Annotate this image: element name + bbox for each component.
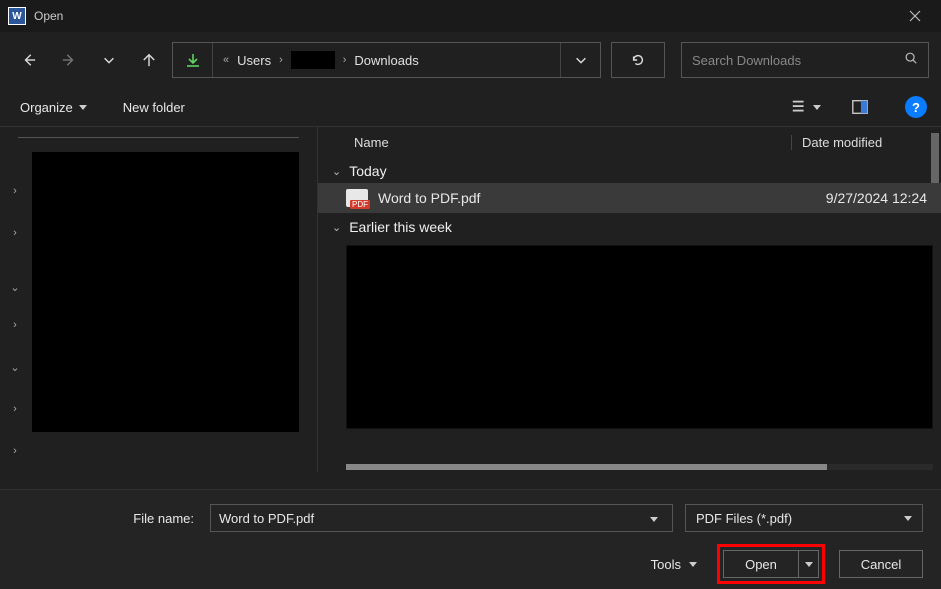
pdf-file-icon: PDF xyxy=(346,189,368,207)
organize-button[interactable]: Organize xyxy=(14,96,93,119)
scrollbar-thumb[interactable] xyxy=(346,464,827,470)
chevron-down-icon xyxy=(102,53,116,67)
filename-input[interactable] xyxy=(219,511,650,526)
chevron-down-icon: ⌄ xyxy=(332,221,341,234)
file-list[interactable]: ⌄ Today PDF Word to PDF.pdf 9/27/2024 12… xyxy=(318,157,941,472)
preview-pane-icon xyxy=(851,98,869,116)
tree-expanders: › › ⌄ › ⌄ › › xyxy=(8,184,34,458)
view-options-button[interactable] xyxy=(791,93,821,121)
expand-icon[interactable]: › xyxy=(8,184,22,198)
file-list-pane: Name Date modified ⌄ Today PDF Word to P… xyxy=(318,127,941,472)
tools-menu[interactable]: Tools xyxy=(651,557,697,572)
navigation-tree-redacted[interactable] xyxy=(32,152,299,432)
file-rows-redacted[interactable] xyxy=(346,245,933,429)
column-header-row: Name Date modified xyxy=(318,127,941,157)
close-button[interactable] xyxy=(895,1,935,31)
preview-pane-button[interactable] xyxy=(845,93,875,121)
new-folder-label: New folder xyxy=(123,100,185,115)
navigation-bar: « Users › › Downloads xyxy=(0,32,941,88)
open-split-button[interactable] xyxy=(799,550,819,578)
close-icon xyxy=(909,10,921,22)
address-dropdown-button[interactable] xyxy=(560,43,600,77)
filename-dropdown-button[interactable] xyxy=(650,509,664,527)
expand-icon[interactable]: › xyxy=(8,444,22,458)
group-label: Today xyxy=(349,163,386,179)
filename-field[interactable] xyxy=(210,504,673,532)
arrow-right-icon xyxy=(62,53,76,67)
filter-label: PDF Files (*.pdf) xyxy=(696,511,792,526)
forward-button[interactable] xyxy=(52,43,86,77)
open-label: Open xyxy=(745,557,777,572)
group-header-today[interactable]: ⌄ Today xyxy=(318,157,941,183)
search-box[interactable] xyxy=(681,42,929,78)
caret-down-icon xyxy=(813,105,821,110)
breadcrumb-redacted[interactable] xyxy=(291,51,335,69)
address-bar[interactable]: « Users › › Downloads xyxy=(172,42,601,78)
caret-down-icon xyxy=(904,516,912,521)
group-header-earlier[interactable]: ⌄ Earlier this week xyxy=(318,213,941,239)
expand-icon[interactable]: › xyxy=(8,318,22,332)
breadcrumb-users[interactable]: Users xyxy=(237,53,271,68)
file-date: 9/27/2024 12:24 xyxy=(791,190,941,206)
back-button[interactable] xyxy=(12,43,46,77)
search-input[interactable] xyxy=(692,53,904,68)
title-bar: W Open xyxy=(0,0,941,32)
breadcrumb[interactable]: « Users › › Downloads xyxy=(213,51,560,69)
breadcrumb-downloads[interactable]: Downloads xyxy=(354,53,418,68)
tools-label: Tools xyxy=(651,557,681,572)
column-header-date[interactable]: Date modified xyxy=(791,135,941,150)
arrow-left-icon xyxy=(22,53,36,67)
chevron-down-icon xyxy=(574,53,588,67)
horizontal-scrollbar[interactable] xyxy=(346,464,933,470)
word-app-icon: W xyxy=(8,7,26,25)
chevron-left-icon: « xyxy=(219,54,233,66)
expand-icon[interactable]: › xyxy=(8,226,22,240)
command-bar: Organize New folder ? xyxy=(0,88,941,126)
caret-down-icon xyxy=(650,517,658,522)
caret-down-icon xyxy=(805,562,813,567)
navigation-pane[interactable] xyxy=(0,127,318,472)
refresh-icon xyxy=(631,53,645,67)
search-icon[interactable] xyxy=(904,51,918,70)
list-view-icon xyxy=(791,98,809,116)
help-button[interactable]: ? xyxy=(905,96,927,118)
expand-icon[interactable]: › xyxy=(8,402,22,416)
refresh-button[interactable] xyxy=(611,42,665,78)
main-content: › › ⌄ › ⌄ › › Name Date modified ⌄ Today… xyxy=(0,126,941,472)
group-label: Earlier this week xyxy=(349,219,452,235)
arrow-up-icon xyxy=(142,53,156,67)
filename-label: File name: xyxy=(0,511,198,526)
chevron-down-icon: ⌄ xyxy=(332,165,341,178)
file-type-filter[interactable]: PDF Files (*.pdf) xyxy=(685,504,923,532)
column-header-name[interactable]: Name xyxy=(318,135,791,150)
caret-down-icon xyxy=(689,562,697,567)
chevron-right-icon: › xyxy=(339,54,351,66)
up-button[interactable] xyxy=(132,43,166,77)
open-button[interactable]: Open xyxy=(723,550,799,578)
collapse-icon[interactable]: ⌄ xyxy=(8,280,22,294)
bottom-panel: File name: PDF Files (*.pdf) Tools Open … xyxy=(0,489,941,589)
open-button-highlight: Open xyxy=(717,544,825,584)
file-row[interactable]: PDF Word to PDF.pdf 9/27/2024 12:24 xyxy=(318,183,941,213)
new-folder-button[interactable]: New folder xyxy=(117,96,191,119)
divider xyxy=(18,137,299,138)
downloads-folder-icon xyxy=(173,43,213,77)
chevron-right-icon: › xyxy=(275,54,287,66)
cancel-label: Cancel xyxy=(861,557,901,572)
cancel-button[interactable]: Cancel xyxy=(839,550,923,578)
caret-down-icon xyxy=(79,105,87,110)
collapse-icon[interactable]: ⌄ xyxy=(8,360,22,374)
dialog-title: Open xyxy=(34,9,895,23)
recent-locations-button[interactable] xyxy=(92,43,126,77)
organize-label: Organize xyxy=(20,100,73,115)
file-name: Word to PDF.pdf xyxy=(378,190,791,206)
